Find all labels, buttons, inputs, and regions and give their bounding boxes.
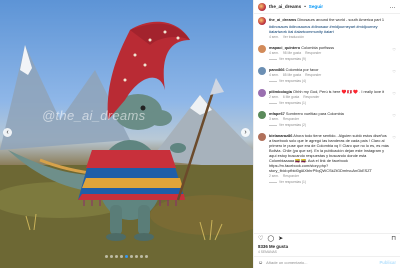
view-replies-button[interactable]: Ver respuestas (1) [269, 180, 389, 185]
follow-button[interactable]: Seguir [309, 4, 323, 9]
previous-slide-button[interactable]: ‹ [3, 128, 12, 137]
comment-likes[interactable]: 98 Me gusta [283, 51, 301, 56]
carousel-dot [120, 255, 123, 258]
add-comment-bar: ☺ Añade un comentario... Publicar [254, 256, 400, 268]
chevron-right-icon: › [244, 129, 247, 136]
divider-line [269, 59, 277, 60]
carousel-dot [135, 255, 138, 258]
comment-text: Ahora todo tiene sentido.. Alguien subió… [269, 133, 389, 173]
comment-text: Ohhh my God, Perú is here ♥️ 🇵🇪 ♥️ . I r… [293, 89, 385, 94]
comment-username[interactable]: mapaci_quintero [269, 45, 300, 50]
avatar[interactable] [258, 89, 266, 97]
view-replies-label: Ver respuestas (9) [279, 57, 306, 61]
carousel-dot [130, 255, 133, 258]
carousel-dot [145, 255, 148, 258]
bookmark-icon[interactable]: ⊓ [391, 236, 396, 242]
comment-input[interactable]: Añade un comentario... [266, 260, 376, 265]
divider-line [269, 81, 277, 82]
heart-icon[interactable]: ♡ [392, 113, 396, 128]
comment-time: 3 sem. [269, 117, 279, 121]
comment-time: 4 sem. [269, 73, 279, 77]
dinosaur-illustration [0, 21, 253, 268]
view-replies-label: Ver respuestas (2) [279, 123, 306, 127]
view-replies-label: Ver respuestas (4) [279, 79, 306, 83]
reply-button[interactable]: Responder [303, 95, 319, 100]
carousel-dot [140, 255, 143, 258]
comment-username[interactable]: panx866 [269, 67, 285, 72]
reply-button[interactable]: Responder [305, 51, 321, 56]
chevron-left-icon: ‹ [6, 129, 9, 136]
view-replies-button[interactable]: Ver respuestas (2) [269, 123, 389, 128]
avatar[interactable] [258, 67, 266, 75]
caption: the_ai_dreams Dinosaurs around the world… [258, 17, 396, 40]
caption-text: Dinosaurs around the world - south Ameri… [297, 17, 385, 22]
view-replies-label: Ver respuestas (1) [279, 101, 306, 105]
carousel-indicator [0, 255, 253, 258]
view-replies-button[interactable]: Ver respuestas (4) [269, 79, 389, 84]
heart-icon[interactable]: ♡ [392, 47, 396, 62]
watermark-text: @the_ai_dreams [42, 108, 146, 123]
avatar[interactable] [258, 45, 266, 53]
post-header: the_ai_dreams • Seguir ... [254, 0, 400, 14]
view-replies-button[interactable]: Ver respuestas (9) [269, 57, 389, 62]
comment-time: 2 sem. [269, 95, 279, 99]
carousel-dot [115, 255, 118, 258]
avatar[interactable] [258, 2, 266, 11]
comment-icon[interactable]: ◯ [267, 236, 274, 242]
comment-item: mapaci_quintero Colombia porfissss 4 sem… [258, 45, 396, 62]
see-translation-link[interactable]: Ver traducción [283, 35, 304, 40]
view-replies-button[interactable]: Ver respuestas (1) [269, 101, 389, 106]
comment-text: Colombia por favor [285, 67, 319, 72]
post-author-username[interactable]: the_ai_dreams [269, 4, 301, 9]
reply-button[interactable]: Responder [283, 117, 299, 122]
carousel-dot [110, 255, 113, 258]
emoji-icon[interactable]: ☺ [258, 260, 263, 266]
avatar[interactable] [258, 17, 266, 25]
next-slide-button[interactable]: › [241, 128, 250, 137]
instagram-post: @the_ai_dreams ‹ › the_ai_dreams • Segui… [0, 0, 400, 268]
heart-icon[interactable]: ♡ [258, 236, 263, 242]
comment-item: bielanaraz86 Ahora todo tiene sentido.. … [258, 133, 396, 185]
comment-time: 4 sem. [269, 51, 279, 55]
avatar[interactable] [258, 111, 266, 119]
view-replies-label: Ver respuestas (1) [279, 180, 306, 184]
paper-plane-icon[interactable]: ➤ [278, 236, 283, 242]
divider-line [269, 125, 277, 126]
heart-icon[interactable]: ♡ [392, 135, 396, 185]
publish-button[interactable]: Publicar [379, 260, 396, 265]
reply-button[interactable]: Responder [283, 174, 299, 179]
divider-line [269, 182, 277, 183]
comments-list: the_ai_dreams Dinosaurs around the world… [254, 14, 400, 233]
comment-time: 2 sem. [269, 174, 279, 178]
more-options-icon[interactable]: ... [389, 4, 396, 10]
comment-item: pilimbologia Ohhh my God, Perú is here ♥… [258, 89, 396, 106]
heart-icon[interactable]: ♡ [392, 69, 396, 84]
comment-username[interactable]: pilimbologia [269, 89, 292, 94]
heart-icon[interactable]: ♡ [392, 91, 396, 106]
divider-line [269, 103, 277, 104]
comment-item: panx866 Colombia por favor 4 sem. 85 Me … [258, 67, 396, 84]
comment-text: Sombrero vueltiao para Colombia [285, 111, 344, 116]
action-bar: ♡ ◯ ➤ ⊓ [254, 233, 400, 244]
avatar[interactable] [258, 133, 266, 141]
comment-item: mfape67 Sombrero vueltiao para Colombia … [258, 111, 396, 128]
post-image[interactable]: @the_ai_dreams ‹ › [0, 0, 253, 268]
comment-text: Colombia porfissss [301, 45, 335, 50]
caption-username[interactable]: the_ai_dreams [269, 17, 296, 22]
comment-likes[interactable]: 6 Me gusta [283, 95, 299, 100]
post-date: 4 SEMANAS [258, 250, 277, 254]
carousel-dot [125, 255, 128, 258]
separator-dot: • [304, 4, 306, 9]
comment-likes[interactable]: 85 Me gusta [283, 73, 301, 78]
reply-button[interactable]: Responder [305, 73, 321, 78]
carousel-dot [105, 255, 108, 258]
comments-panel: the_ai_dreams • Seguir ... the_ai_dreams… [253, 0, 400, 268]
caption-hashtags[interactable]: #dinosaurs #dinosaurus #dinosaur #midjou… [269, 24, 396, 34]
comment-username[interactable]: mfape67 [269, 111, 285, 116]
caption-time: 4 sem. [269, 35, 279, 39]
